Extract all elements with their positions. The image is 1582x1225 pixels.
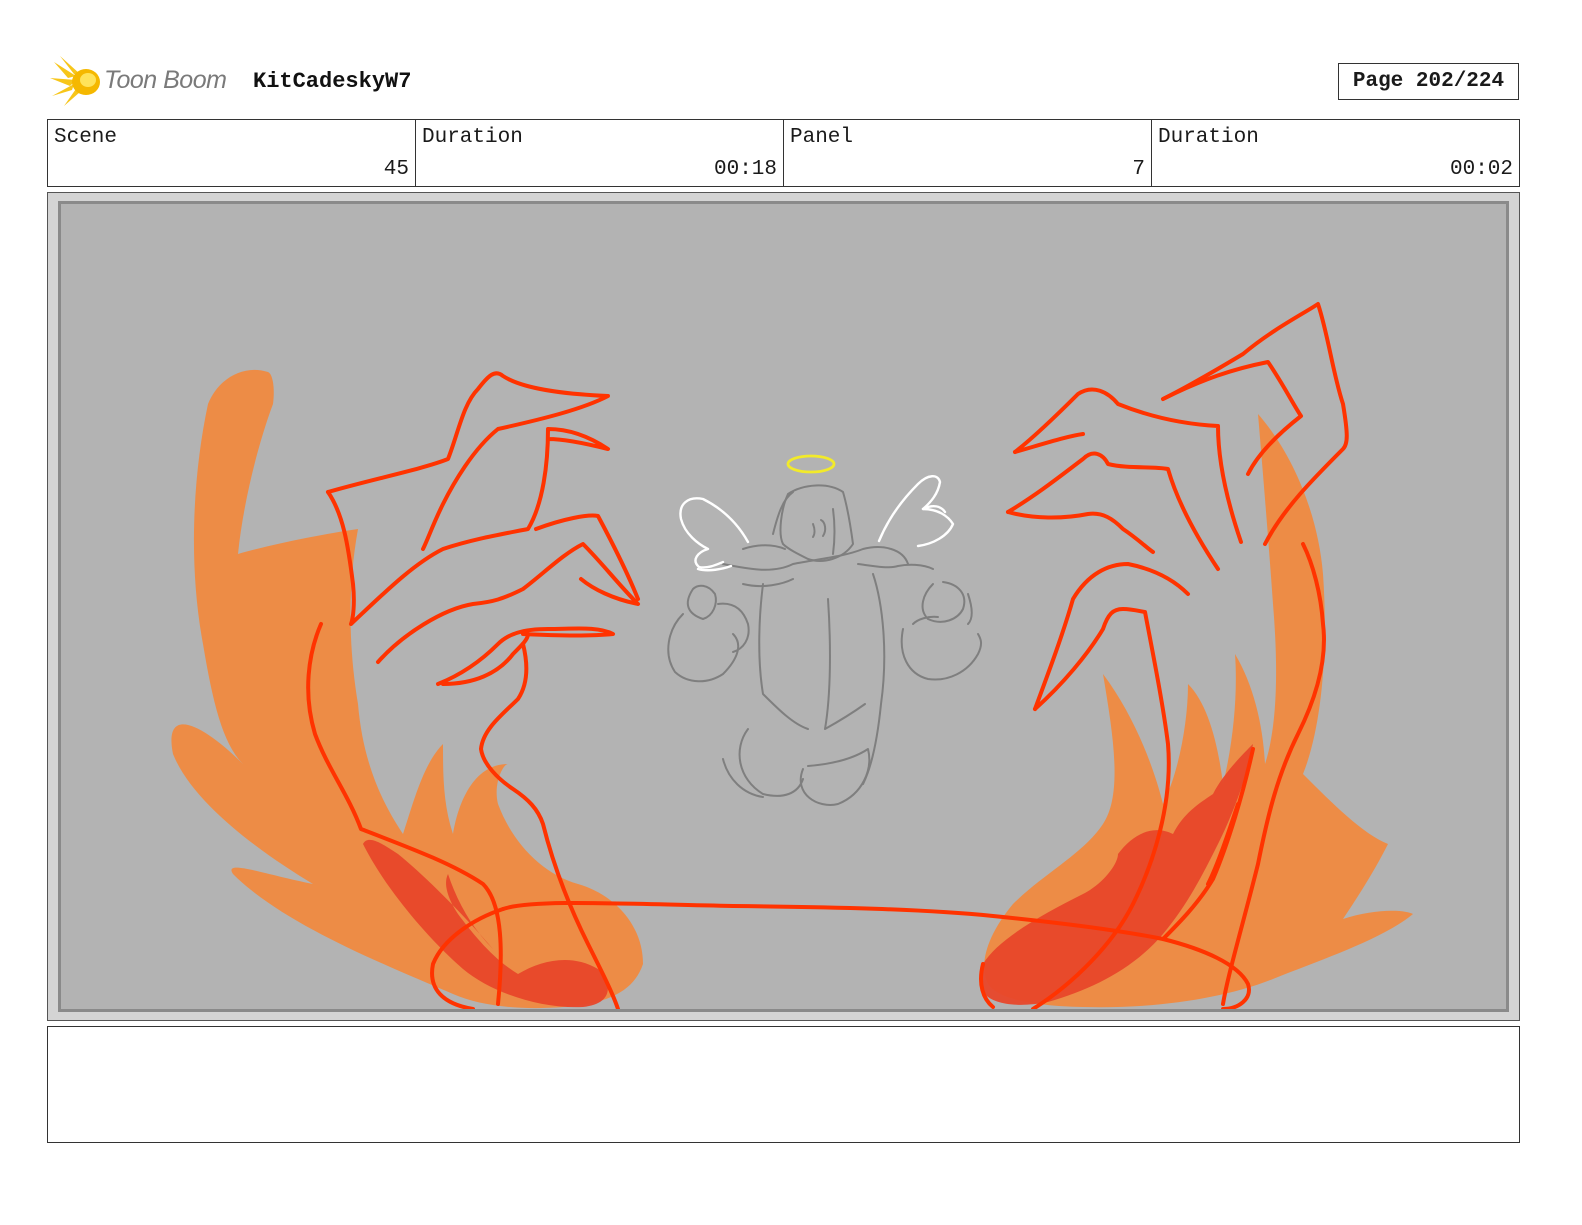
project-title: KitCadeskyW7 <box>253 69 412 94</box>
brand-name: Toon Boom <box>104 66 227 94</box>
page-indicator: Page 202/224 <box>1338 63 1519 100</box>
storyboard-panel <box>47 192 1520 1021</box>
scene-duration-label: Duration <box>422 126 523 149</box>
scene-value: 45 <box>383 158 409 181</box>
scene-cell: Scene 45 <box>48 120 416 186</box>
scene-info-table: Scene 45 Duration 00:18 Panel 7 Duration… <box>47 119 1520 187</box>
panel-cell: Panel 7 <box>784 120 1152 186</box>
panel-duration-cell: Duration 00:02 <box>1152 120 1519 186</box>
panel-label: Panel <box>790 126 854 149</box>
starburst-icon <box>50 56 100 106</box>
panel-duration-value: 00:02 <box>1449 158 1513 181</box>
scene-duration-value: 00:18 <box>713 158 777 181</box>
scene-duration-cell: Duration 00:18 <box>416 120 784 186</box>
scene-label: Scene <box>54 126 118 149</box>
panel-sketch <box>171 302 1413 1009</box>
angel-sketch <box>667 484 982 806</box>
panel-notes <box>47 1026 1520 1143</box>
panel-duration-label: Duration <box>1158 126 1259 149</box>
toon-boom-logo: Toon Boom <box>50 56 240 108</box>
halo <box>786 454 836 474</box>
angel-wings <box>679 475 955 572</box>
panel-drawing-area <box>58 201 1509 1012</box>
flame-fills <box>171 369 1413 1009</box>
panel-value: 7 <box>1132 158 1145 181</box>
